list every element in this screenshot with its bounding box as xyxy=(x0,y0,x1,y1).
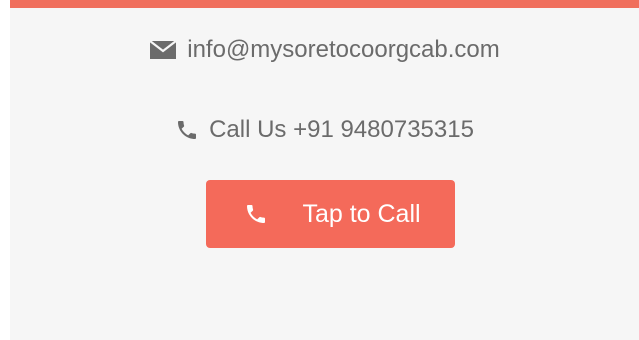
envelope-icon xyxy=(149,40,177,60)
phone-icon xyxy=(244,202,268,226)
tap-to-call-button[interactable]: Tap to Call xyxy=(206,180,455,248)
accent-top-bar xyxy=(10,0,639,8)
phone-icon xyxy=(175,118,199,142)
email-link[interactable]: info@mysoretocoorgcab.com xyxy=(187,36,500,64)
email-row: info@mysoretocoorgcab.com xyxy=(10,34,639,66)
phone-row: Call Us +91 9480735315 xyxy=(10,114,639,146)
tap-to-call-label: Tap to Call xyxy=(302,199,421,228)
phone-number-text[interactable]: Call Us +91 9480735315 xyxy=(209,116,474,144)
